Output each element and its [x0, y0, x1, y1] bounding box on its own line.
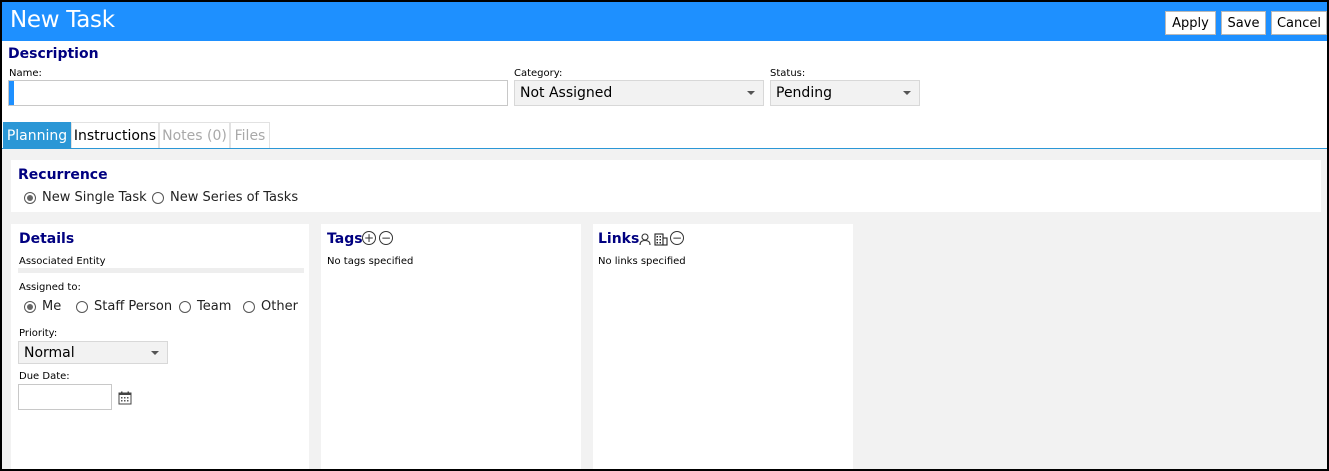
- tags-heading: Tags: [327, 231, 363, 247]
- radio-label-new-series-of-tasks: New Series of Tasks: [170, 190, 299, 205]
- links-heading: Links: [598, 231, 640, 247]
- chevron-down-icon: [747, 91, 755, 95]
- category-label: Category:: [514, 68, 563, 79]
- priority-value: Normal: [24, 344, 75, 361]
- associated-entity-label: Associated Entity: [19, 256, 106, 267]
- radio-assigned-team[interactable]: [179, 301, 191, 313]
- save-button[interactable]: Save: [1221, 11, 1266, 35]
- tab-notes[interactable]: Notes (0): [159, 122, 230, 149]
- radio-assigned-staff-person[interactable]: [76, 301, 88, 313]
- description-heading: Description: [8, 46, 99, 62]
- chevron-down-icon: [903, 91, 911, 95]
- radio-label-team: Team: [197, 299, 232, 314]
- tags-empty-text: No tags specified: [327, 256, 414, 267]
- due-date-label: Due Date:: [19, 371, 70, 382]
- window-title: New Task: [10, 7, 115, 33]
- remove-link-icon[interactable]: −: [670, 231, 684, 245]
- required-indicator: [9, 81, 14, 105]
- remove-tag-icon[interactable]: −: [379, 231, 393, 245]
- assigned-to-label: Assigned to:: [19, 282, 81, 293]
- tab-instructions[interactable]: Instructions: [71, 122, 159, 149]
- building-icon[interactable]: [654, 231, 668, 246]
- tab-files[interactable]: Files: [230, 122, 270, 149]
- name-input[interactable]: [8, 80, 508, 106]
- priority-label: Priority:: [19, 328, 58, 339]
- status-value: Pending: [776, 85, 832, 101]
- name-label: Name:: [9, 68, 42, 79]
- radio-label-other: Other: [261, 299, 298, 314]
- calendar-icon[interactable]: [118, 390, 132, 405]
- details-heading: Details: [19, 231, 75, 247]
- apply-button[interactable]: Apply: [1165, 11, 1216, 35]
- associated-entity-field: [18, 268, 304, 273]
- priority-select[interactable]: Normal: [18, 341, 168, 364]
- status-select[interactable]: Pending: [770, 80, 920, 106]
- status-label: Status:: [770, 68, 806, 79]
- radio-label-staff-person: Staff Person: [94, 299, 173, 314]
- due-date-input[interactable]: [18, 384, 112, 410]
- cancel-button[interactable]: Cancel: [1271, 11, 1327, 35]
- chevron-down-icon: [151, 350, 159, 355]
- radio-new-series-of-tasks[interactable]: [152, 192, 164, 204]
- radio-label-me: Me: [42, 299, 62, 314]
- add-tag-icon[interactable]: +: [362, 231, 376, 245]
- tab-planning[interactable]: Planning: [3, 122, 71, 149]
- person-icon[interactable]: [639, 231, 651, 246]
- radio-new-single-task[interactable]: [24, 192, 36, 204]
- category-select[interactable]: Not Assigned: [514, 80, 764, 106]
- links-empty-text: No links specified: [598, 256, 686, 267]
- recurrence-heading: Recurrence: [18, 167, 108, 183]
- radio-assigned-other[interactable]: [243, 301, 255, 313]
- category-value: Not Assigned: [520, 85, 613, 101]
- radio-label-new-single-task: New Single Task: [42, 190, 147, 205]
- radio-assigned-me[interactable]: [24, 301, 36, 313]
- title-bar: New Task Apply Save Cancel: [2, 2, 1327, 41]
